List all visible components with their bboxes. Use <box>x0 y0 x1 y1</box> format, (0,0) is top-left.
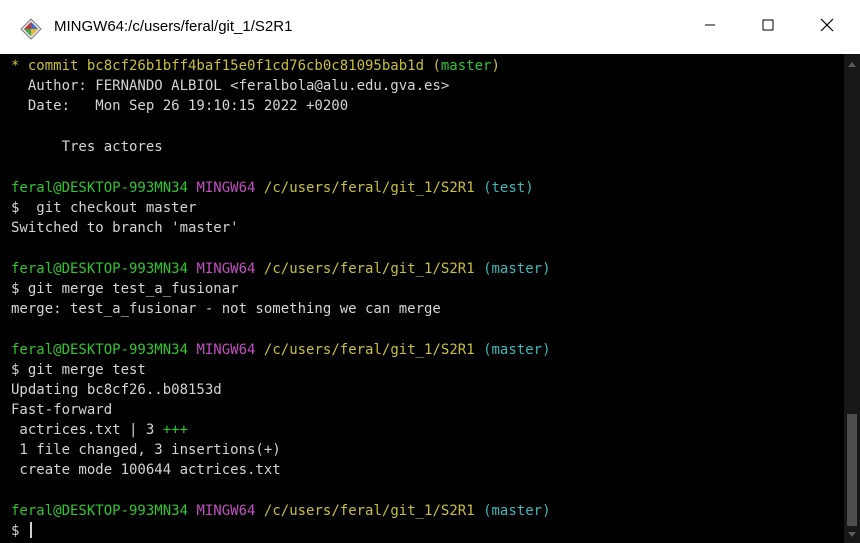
command-output: 1 file changed, 3 insertions(+) <box>11 442 281 458</box>
prompt-line: feral@DESKTOP-993MN34 MINGW64 /c/users/f… <box>11 259 551 279</box>
prompt-user: feral@DESKTOP-993MN34 <box>11 503 189 519</box>
commit-close: ) <box>491 58 500 74</box>
text-cursor <box>29 522 32 538</box>
command-output: Updating bc8cf26..b08153d <box>11 382 222 398</box>
title-bar[interactable]: MINGW64:/c/users/feral/git_1/S2R1 <box>0 0 860 54</box>
scroll-up-arrow-icon[interactable] <box>848 62 856 67</box>
command-line: $ git merge test <box>11 362 146 378</box>
scroll-down-arrow-icon[interactable] <box>848 532 856 537</box>
prompt-env: MINGW64 <box>196 503 256 519</box>
prompt-env: MINGW64 <box>196 342 256 358</box>
close-icon <box>820 18 834 37</box>
prompt-line: feral@DESKTOP-993MN34 MINGW64 /c/users/f… <box>11 178 534 198</box>
diffstat-plus: +++ <box>162 422 189 438</box>
prompt-symbol: $ <box>11 523 28 539</box>
prompt-path: /c/users/feral/git_1/S2R1 <box>263 180 475 196</box>
close-button[interactable] <box>794 0 860 54</box>
commit-message: Tres actores <box>11 139 163 155</box>
prompt-branch: (master) <box>483 342 551 358</box>
command-line: $ git merge test_a_fusionar <box>11 281 239 297</box>
command-output: create mode 100644 actrices.txt <box>11 462 281 478</box>
commit-hash: commit bc8cf26b1bff4baf15e0f1cd76cb0c810… <box>27 58 441 74</box>
maximize-icon <box>762 18 774 36</box>
commit-marker: * <box>11 58 28 74</box>
prompt-line: feral@DESKTOP-993MN34 MINGW64 /c/users/f… <box>11 501 551 521</box>
commit-line: * commit bc8cf26b1bff4baf15e0f1cd76cb0c8… <box>11 56 500 76</box>
minimize-icon <box>704 18 716 36</box>
scrollbar-thumb[interactable] <box>847 414 857 526</box>
prompt-path: /c/users/feral/git_1/S2R1 <box>263 503 475 519</box>
command-output: Switched to branch 'master' <box>11 220 239 236</box>
prompt-user: feral@DESKTOP-993MN34 <box>11 180 189 196</box>
terminal-window: MINGW64:/c/users/feral/git_1/S2R1 * comm… <box>0 0 860 543</box>
command-output: Fast-forward <box>11 402 113 418</box>
prompt-path: /c/users/feral/git_1/S2R1 <box>263 342 475 358</box>
commit-author: Author: FERNANDO ALBIOL <feralbola@alu.e… <box>11 78 450 94</box>
prompt-user: feral@DESKTOP-993MN34 <box>11 342 189 358</box>
prompt-line: feral@DESKTOP-993MN34 MINGW64 /c/users/f… <box>11 340 551 360</box>
prompt-branch: (test) <box>483 180 534 196</box>
prompt-branch: (master) <box>483 261 551 277</box>
prompt-branch: (master) <box>483 503 551 519</box>
diffstat-line: actrices.txt | 3 +++ <box>11 420 188 440</box>
window-title: MINGW64:/c/users/feral/git_1/S2R1 <box>54 18 293 35</box>
minimize-button[interactable] <box>677 0 743 54</box>
prompt-path: /c/users/feral/git_1/S2R1 <box>263 261 475 277</box>
diffstat-file: actrices.txt | 3 <box>11 422 163 438</box>
maximize-button[interactable] <box>735 0 801 54</box>
input-line[interactable]: $ <box>11 521 32 541</box>
prompt-env: MINGW64 <box>196 180 256 196</box>
prompt-env: MINGW64 <box>196 261 256 277</box>
command-line: $ git checkout master <box>11 200 197 216</box>
prompt-user: feral@DESKTOP-993MN34 <box>11 261 189 277</box>
terminal-output[interactable]: * commit bc8cf26b1bff4baf15e0f1cd76cb0c8… <box>0 54 844 543</box>
vertical-scrollbar[interactable] <box>844 54 860 543</box>
command-output: merge: test_a_fusionar - not something w… <box>11 301 441 317</box>
git-bash-diamond-icon <box>20 18 42 40</box>
commit-branch: master <box>440 58 492 74</box>
commit-date: Date: Mon Sep 26 19:10:15 2022 +0200 <box>11 98 349 114</box>
